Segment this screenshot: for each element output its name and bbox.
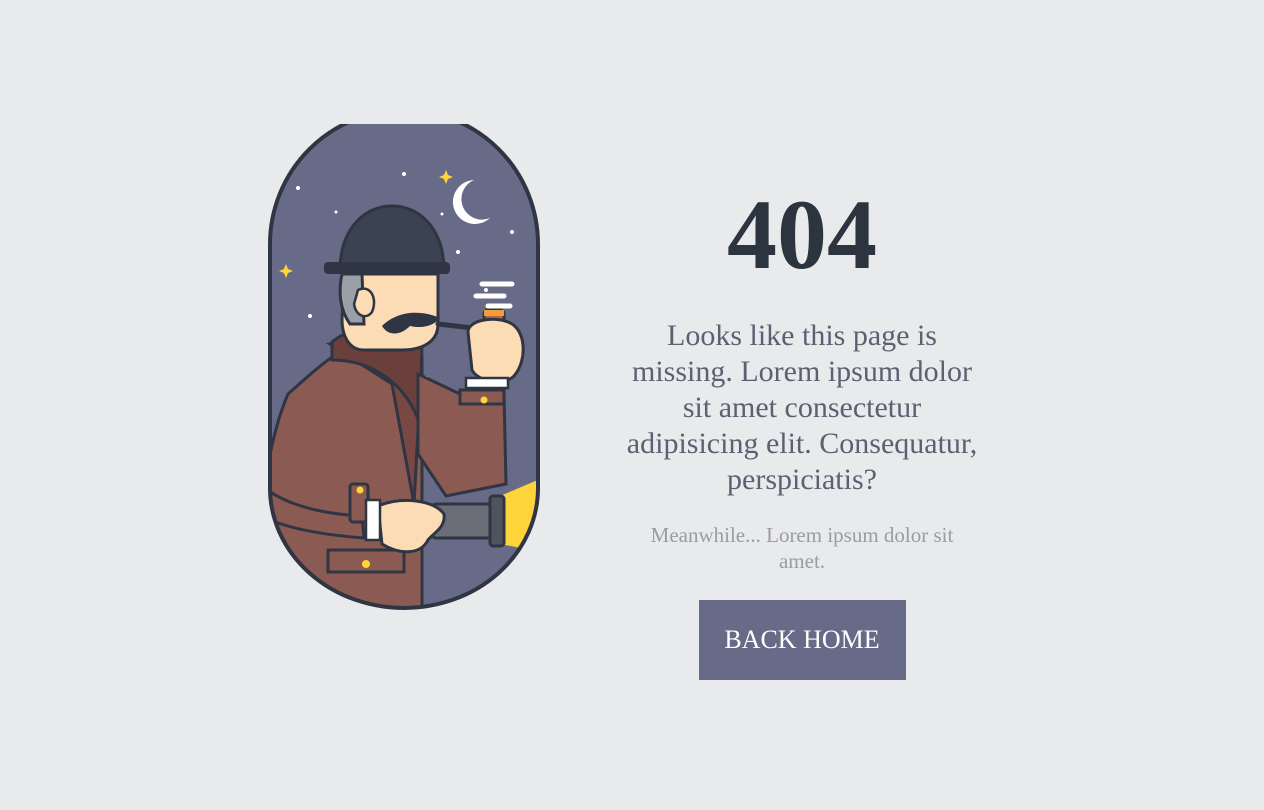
error-page: 404 Looks like this page is missing. Lor… bbox=[0, 0, 1264, 810]
error-sub-message: Meanwhile... Lorem ipsum dolor sit amet. bbox=[650, 523, 954, 573]
error-content: 404 Looks like this page is missing. Lor… bbox=[606, 180, 998, 680]
back-home-button[interactable]: BACK HOME bbox=[698, 600, 906, 680]
error-code: 404 bbox=[727, 179, 877, 290]
detective-illustration bbox=[232, 108, 544, 614]
right-hand bbox=[466, 317, 525, 384]
error-message: Looks like this page is missing. Lorem i… bbox=[626, 319, 978, 496]
